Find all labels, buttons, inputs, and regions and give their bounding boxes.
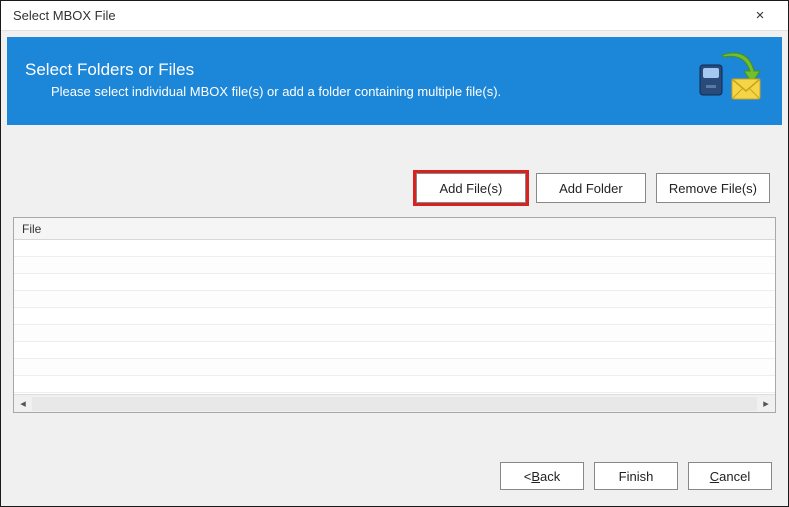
mailbox-envelope-icon: [696, 51, 764, 107]
window-title: Select MBOX File: [13, 8, 740, 23]
list-item: [14, 376, 775, 393]
cancel-button[interactable]: Cancel: [688, 462, 772, 490]
list-item: [14, 257, 775, 274]
back-rest: ack: [540, 469, 560, 484]
remove-files-button[interactable]: Remove File(s): [656, 173, 770, 203]
list-item: [14, 291, 775, 308]
action-button-row: Add File(s) Add Folder Remove File(s): [13, 173, 770, 203]
horizontal-scrollbar[interactable]: ◂ ▸: [14, 394, 775, 412]
list-item: [14, 342, 775, 359]
file-list: File ◂ ▸: [13, 217, 776, 413]
titlebar: Select MBOX File ×: [1, 1, 788, 31]
banner-title: Select Folders or Files: [25, 60, 696, 80]
close-icon[interactable]: ×: [740, 2, 780, 30]
back-chevron-icon: <: [524, 469, 532, 484]
back-button[interactable]: <Back: [500, 462, 584, 490]
scroll-left-icon[interactable]: ◂: [14, 395, 32, 413]
content-area: Add File(s) Add Folder Remove File(s) Fi…: [1, 125, 788, 444]
list-item: [14, 325, 775, 342]
list-item: [14, 274, 775, 291]
list-item: [14, 359, 775, 376]
list-item: [14, 240, 775, 257]
file-list-header[interactable]: File: [14, 218, 775, 240]
banner: Select Folders or Files Please select in…: [7, 37, 782, 125]
banner-text: Select Folders or Files Please select in…: [25, 60, 696, 99]
wizard-nav-row: <Back Finish Cancel: [1, 444, 788, 506]
banner-subtitle: Please select individual MBOX file(s) or…: [25, 84, 696, 99]
file-list-body[interactable]: [14, 240, 775, 394]
cancel-mnemonic: C: [710, 469, 719, 484]
scroll-right-icon[interactable]: ▸: [757, 395, 775, 413]
dialog-window: Select MBOX File × Select Folders or Fil…: [0, 0, 789, 507]
scroll-track[interactable]: [32, 397, 757, 411]
list-item: [14, 308, 775, 325]
back-mnemonic: B: [531, 469, 540, 484]
finish-button[interactable]: Finish: [594, 462, 678, 490]
cancel-rest: ancel: [719, 469, 750, 484]
add-folder-button[interactable]: Add Folder: [536, 173, 646, 203]
add-files-button[interactable]: Add File(s): [416, 173, 526, 203]
